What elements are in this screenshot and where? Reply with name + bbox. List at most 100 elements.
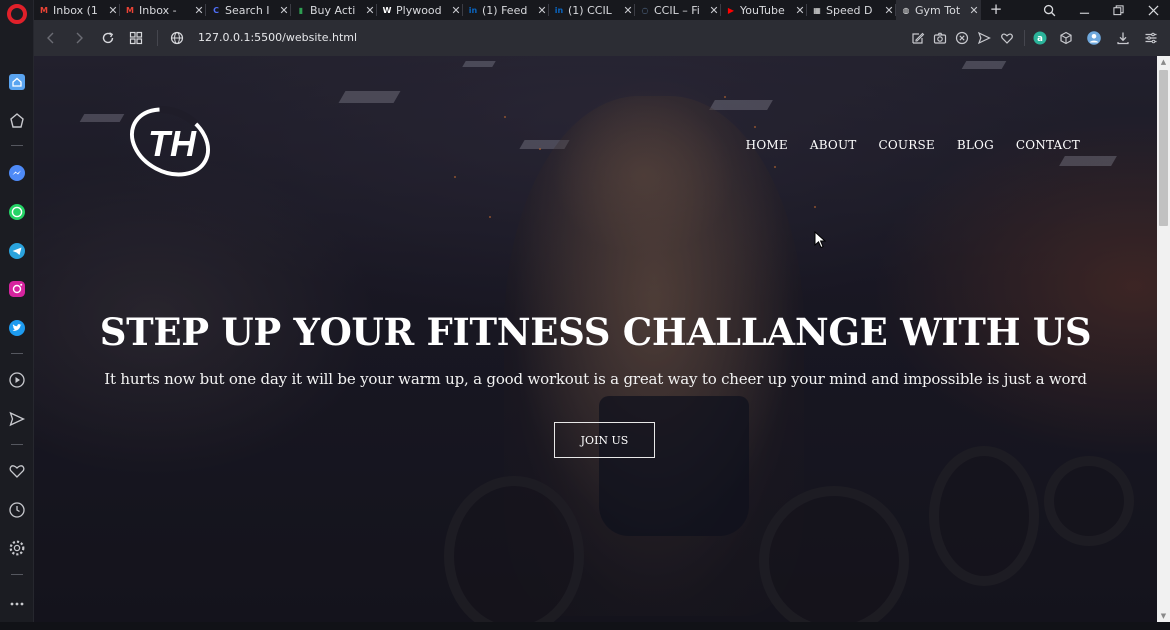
extensions-cube-icon[interactable] <box>1058 30 1074 46</box>
close-window-icon[interactable] <box>1138 0 1168 20</box>
join-us-button[interactable]: JOIN US <box>554 422 655 458</box>
send-icon[interactable] <box>7 409 27 429</box>
tab-title: (1) CCIL <box>568 3 612 17</box>
reload-icon[interactable] <box>99 29 117 47</box>
close-tab-icon[interactable]: ✕ <box>967 4 981 17</box>
send-to-flow-icon[interactable] <box>976 30 992 46</box>
forward-arrow-icon[interactable] <box>70 29 88 47</box>
search-engine-icon: C <box>213 5 219 15</box>
settings-gear-icon[interactable] <box>7 538 27 558</box>
linkedin-icon: in <box>468 5 478 15</box>
sidebar-divider <box>11 145 23 146</box>
close-tab-icon[interactable]: ✕ <box>707 4 721 17</box>
tab-title: Buy Acti <box>310 3 356 17</box>
tab[interactable]: ▶ YouTube ✕ <box>721 0 807 20</box>
opera-sidebar <box>0 0 34 630</box>
aria-ai-icon[interactable] <box>7 111 27 131</box>
sidebar-divider <box>11 353 23 354</box>
nav-contact[interactable]: CONTACT <box>1016 138 1080 152</box>
tab[interactable]: M Inbox - ✕ <box>120 0 206 20</box>
scroll-down-arrow-icon[interactable]: ▼ <box>1159 612 1168 620</box>
tab[interactable]: ◌ CCIL – Fi ✕ <box>635 0 721 20</box>
mouse-cursor-icon <box>814 231 827 249</box>
close-tab-icon[interactable]: ✕ <box>192 4 206 17</box>
more-options-icon[interactable] <box>7 594 27 614</box>
instagram-icon[interactable] <box>7 279 27 299</box>
easy-setup-icon[interactable] <box>1143 30 1159 46</box>
edit-snap-icon[interactable] <box>910 30 926 46</box>
nav-blog[interactable]: BLOG <box>957 138 994 152</box>
tab-title: Gym Tot <box>915 3 961 17</box>
tab-grid-icon[interactable] <box>127 29 145 47</box>
bookmark-heart-icon[interactable] <box>999 30 1015 46</box>
nav-home[interactable]: HOME <box>746 138 788 152</box>
website-viewport: TH HOME ABOUT COURSE BLOG CONTACT STEP U… <box>34 56 1157 622</box>
tab-search-icon[interactable] <box>1034 0 1064 20</box>
whatsapp-icon[interactable] <box>7 202 27 222</box>
sidebar-divider <box>11 444 23 445</box>
svg-text:a: a <box>1037 34 1043 44</box>
close-tab-icon[interactable]: ✕ <box>793 4 807 17</box>
profile-avatar-icon[interactable] <box>1086 30 1102 46</box>
tab[interactable]: M Inbox (1 ✕ <box>34 0 120 20</box>
url-input[interactable]: 127.0.0.1:5500/website.html <box>198 31 357 44</box>
tab-strip: M Inbox (1 ✕ M Inbox - ✕ C Search I ✕ ▮ Buy Acti ✕… <box>34 0 1170 20</box>
youtube-icon: ▶ <box>727 5 735 15</box>
nav-course[interactable]: COURSE <box>879 138 935 152</box>
close-tab-icon[interactable]: ✕ <box>449 4 463 17</box>
tab[interactable]: in (1) Feed ✕ <box>463 0 549 20</box>
opera-menu-icon[interactable] <box>7 4 27 24</box>
new-tab-button[interactable]: + <box>988 1 1004 19</box>
close-tab-icon[interactable]: ✕ <box>363 4 377 17</box>
address-bar: 127.0.0.1:5500/website.html a <box>34 20 1170 56</box>
tab-title: (1) Feed <box>482 3 528 17</box>
browser-window: M Inbox (1 ✕ M Inbox - ✕ C Search I ✕ ▮ Buy Acti ✕… <box>0 0 1170 630</box>
nav-about[interactable]: ABOUT <box>810 138 857 152</box>
extension-a-icon[interactable]: a <box>1032 30 1048 46</box>
close-tab-icon[interactable]: ✕ <box>882 4 896 17</box>
scroll-up-arrow-icon[interactable]: ▲ <box>1159 58 1168 66</box>
site-logo-text: TH <box>148 123 197 164</box>
tab-title: Inbox - <box>139 3 177 17</box>
globe-icon[interactable] <box>168 29 186 47</box>
tab[interactable]: ▦ Speed D ✕ <box>807 0 896 20</box>
close-tab-icon[interactable]: ✕ <box>106 4 120 17</box>
hero-subtitle: It hurts now but one day it will be your… <box>104 370 1087 388</box>
grid-icon: ▦ <box>813 5 821 15</box>
minimize-window-icon[interactable] <box>1069 0 1099 20</box>
twitter-icon[interactable] <box>7 318 27 338</box>
download-icon[interactable] <box>1115 30 1131 46</box>
home-icon[interactable] <box>7 72 27 92</box>
player-icon[interactable] <box>7 370 27 390</box>
tab[interactable]: ▮ Buy Acti ✕ <box>291 0 377 20</box>
window-bottom-edge <box>0 622 1170 630</box>
site-logo[interactable]: TH <box>124 104 220 184</box>
tab-title: Speed D <box>826 3 873 17</box>
gmail-icon: M <box>126 5 134 15</box>
tab[interactable]: ◍ Gym Tot ✕ <box>896 0 981 20</box>
adblock-icon[interactable] <box>954 30 970 46</box>
camera-snapshot-icon[interactable] <box>932 30 948 46</box>
back-arrow-icon[interactable] <box>42 29 60 47</box>
gmail-icon: M <box>40 5 48 15</box>
hero-title: STEP UP YOUR FITNESS CHALLANGE WITH US <box>99 310 1092 354</box>
loading-icon: ◌ <box>641 5 649 15</box>
site-nav: HOME ABOUT COURSE BLOG CONTACT <box>724 138 1080 152</box>
tab-title: Plywood <box>396 3 442 17</box>
close-tab-icon[interactable]: ✕ <box>535 4 549 17</box>
history-icon[interactable] <box>7 500 27 520</box>
tab[interactable]: in (1) CCIL ✕ <box>549 0 635 20</box>
heart-icon[interactable] <box>7 461 27 481</box>
linkedin-icon: in <box>554 5 564 15</box>
tab[interactable]: C Search I ✕ <box>206 0 291 20</box>
scrollbar-thumb[interactable] <box>1159 70 1168 226</box>
messenger-icon[interactable] <box>7 163 27 183</box>
page-scrollbar[interactable]: ▲ ▼ <box>1157 56 1170 622</box>
sidebar-divider <box>11 574 23 575</box>
telegram-icon[interactable] <box>7 241 27 261</box>
site-icon: W <box>382 5 392 15</box>
restore-window-icon[interactable] <box>1103 0 1133 20</box>
tab[interactable]: W Plywood ✕ <box>377 0 463 20</box>
close-tab-icon[interactable]: ✕ <box>277 4 291 17</box>
close-tab-icon[interactable]: ✕ <box>621 4 635 17</box>
